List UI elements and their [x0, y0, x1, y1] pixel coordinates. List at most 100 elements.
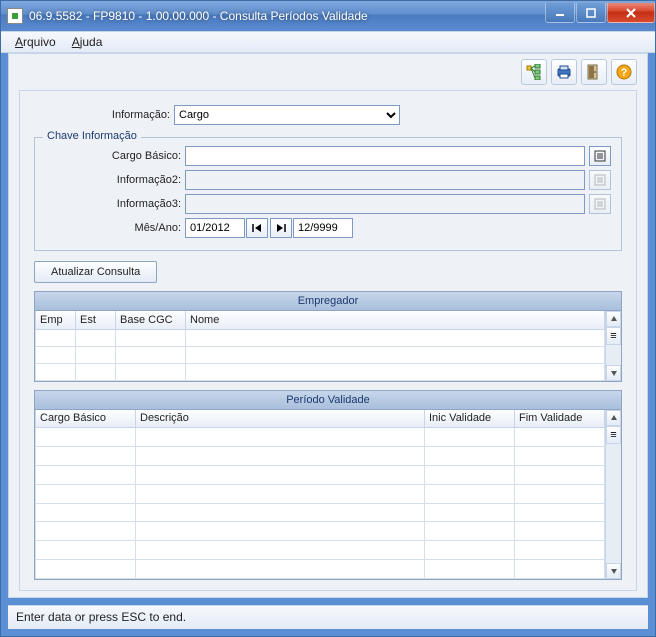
table-cell[interactable]: [136, 465, 425, 484]
informacao3-lookup-button[interactable]: [589, 194, 611, 214]
table-cell[interactable]: [425, 541, 515, 560]
table-cell[interactable]: [425, 484, 515, 503]
menu-ajuda[interactable]: Ajuda: [64, 33, 111, 51]
table-cell[interactable]: [515, 484, 605, 503]
table-cell[interactable]: [36, 346, 76, 363]
table-row[interactable]: [36, 503, 605, 522]
table-cell[interactable]: [136, 484, 425, 503]
table-row[interactable]: [36, 541, 605, 560]
maximize-button[interactable]: [576, 3, 606, 23]
table-cell[interactable]: [76, 346, 116, 363]
table-row[interactable]: [36, 346, 605, 363]
informacao2-input[interactable]: [185, 170, 585, 190]
scroll-thumb[interactable]: ≡: [606, 426, 621, 444]
minimize-button[interactable]: [545, 3, 575, 23]
table-cell[interactable]: [36, 329, 76, 346]
informacao-select[interactable]: Cargo: [174, 105, 400, 125]
col-inic-validade[interactable]: Inic Validade: [425, 410, 515, 428]
table-cell[interactable]: [515, 428, 605, 447]
table-cell[interactable]: [116, 346, 186, 363]
table-cell[interactable]: [116, 363, 186, 380]
table-row[interactable]: [36, 329, 605, 346]
table-cell[interactable]: [136, 446, 425, 465]
table-cell[interactable]: [425, 522, 515, 541]
table-cell[interactable]: [515, 560, 605, 579]
window-title: 06.9.5582 - FP9810 - 1.00.00.000 - Consu…: [29, 9, 544, 23]
col-nome[interactable]: Nome: [186, 311, 605, 329]
table-cell[interactable]: [186, 363, 605, 380]
table-cell[interactable]: [136, 560, 425, 579]
table-cell[interactable]: [136, 522, 425, 541]
table-row[interactable]: [36, 363, 605, 380]
exit-icon[interactable]: [581, 59, 607, 85]
table-cell[interactable]: [36, 428, 136, 447]
empregador-scrollbar[interactable]: ≡: [605, 311, 621, 381]
scroll-up-icon[interactable]: [606, 410, 621, 426]
atualizar-consulta-button[interactable]: Atualizar Consulta: [34, 261, 157, 283]
col-descricao[interactable]: Descrição: [136, 410, 425, 428]
table-row[interactable]: [36, 446, 605, 465]
table-cell[interactable]: [186, 346, 605, 363]
table-row[interactable]: [36, 560, 605, 579]
table-cell[interactable]: [36, 503, 136, 522]
table-cell[interactable]: [136, 503, 425, 522]
scroll-track[interactable]: [606, 345, 621, 365]
table-row[interactable]: [36, 522, 605, 541]
table-cell[interactable]: [425, 428, 515, 447]
table-cell[interactable]: [116, 329, 186, 346]
first-button[interactable]: [246, 218, 268, 238]
table-cell[interactable]: [425, 465, 515, 484]
informacao2-lookup-button[interactable]: [589, 170, 611, 190]
col-est[interactable]: Est: [76, 311, 116, 329]
table-cell[interactable]: [425, 446, 515, 465]
close-button[interactable]: [607, 3, 655, 23]
table-cell[interactable]: [515, 446, 605, 465]
table-row[interactable]: [36, 465, 605, 484]
table-cell[interactable]: [36, 363, 76, 380]
table-cell[interactable]: [76, 363, 116, 380]
print-icon[interactable]: [551, 59, 577, 85]
table-row[interactable]: [36, 484, 605, 503]
empregador-table[interactable]: Emp Est Base CGC Nome: [35, 311, 605, 381]
table-cell[interactable]: [425, 560, 515, 579]
table-cell[interactable]: [136, 541, 425, 560]
mes-ano-from-input[interactable]: [185, 218, 245, 238]
col-cargo-basico[interactable]: Cargo Básico: [36, 410, 136, 428]
cargo-basico-lookup-button[interactable]: [589, 146, 611, 166]
table-cell[interactable]: [36, 560, 136, 579]
status-text: Enter data or press ESC to end.: [16, 610, 186, 624]
table-cell[interactable]: [515, 465, 605, 484]
table-cell[interactable]: [36, 522, 136, 541]
informacao3-input[interactable]: [185, 194, 585, 214]
table-cell[interactable]: [36, 484, 136, 503]
help-icon[interactable]: ?: [611, 59, 637, 85]
scroll-down-icon[interactable]: [606, 365, 621, 381]
mes-ano-to-input[interactable]: [293, 218, 353, 238]
table-cell[interactable]: [36, 446, 136, 465]
table-cell[interactable]: [425, 503, 515, 522]
cargo-basico-input[interactable]: [185, 146, 585, 166]
col-fim-validade[interactable]: Fim Validade: [515, 410, 605, 428]
menu-arquivo[interactable]: Arquivo: [7, 33, 64, 51]
table-cell[interactable]: [36, 465, 136, 484]
table-cell[interactable]: [136, 428, 425, 447]
table-cell[interactable]: [515, 503, 605, 522]
periodo-table[interactable]: Cargo Básico Descrição Inic Validade Fim…: [35, 410, 605, 580]
window-buttons: [544, 3, 655, 23]
table-cell[interactable]: [36, 541, 136, 560]
table-cell[interactable]: [515, 522, 605, 541]
table-cell[interactable]: [515, 541, 605, 560]
scroll-down-icon[interactable]: [606, 563, 621, 579]
table-row[interactable]: [36, 428, 605, 447]
scroll-track[interactable]: [606, 444, 621, 564]
scroll-thumb[interactable]: ≡: [606, 327, 621, 345]
table-cell[interactable]: [76, 329, 116, 346]
col-emp[interactable]: Emp: [36, 311, 76, 329]
periodo-validade-grid: Período Validade Cargo Básico Descrição …: [34, 390, 622, 581]
scroll-up-icon[interactable]: [606, 311, 621, 327]
periodo-scrollbar[interactable]: ≡: [605, 410, 621, 580]
col-base-cgc[interactable]: Base CGC: [116, 311, 186, 329]
last-button[interactable]: [270, 218, 292, 238]
tree-icon[interactable]: [521, 59, 547, 85]
table-cell[interactable]: [186, 329, 605, 346]
